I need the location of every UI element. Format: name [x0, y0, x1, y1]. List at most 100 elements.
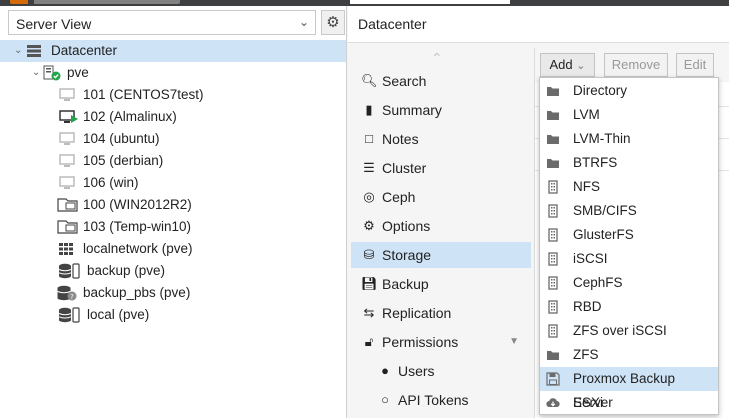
menu-item-glusterfs[interactable]: GlusterFS	[540, 223, 718, 247]
scroll-up-icon[interactable]: ⌃	[431, 50, 443, 67]
floppy-icon	[546, 372, 560, 386]
menu-item-label: BTRFS	[573, 155, 618, 170]
building-icon	[548, 228, 558, 242]
building-icon	[548, 180, 558, 194]
tree-item-template[interactable]: 100 (WIN2012R2)	[0, 194, 346, 216]
tree-item-vm[interactable]: 101 (CENTOS7test)	[0, 84, 346, 106]
menu-item-label: RBD	[573, 299, 602, 314]
panel-header: Datacenter	[348, 6, 729, 43]
menu-item-label: GlusterFS	[573, 227, 634, 242]
cloud-download-icon	[546, 398, 560, 408]
menu-item-iscsi[interactable]: iSCSI	[540, 247, 718, 271]
chevron-down-icon: ⌄	[298, 15, 309, 29]
template-icon	[57, 198, 78, 212]
building-icon	[548, 252, 558, 266]
nav-item-options[interactable]: ⚙ Options	[351, 213, 531, 239]
tree-item-vm[interactable]: 104 (ubuntu)	[0, 128, 346, 150]
folder-icon	[547, 159, 559, 168]
resource-tree-panel: Server View ⌄ ⚙ ⌄ Datacenter ⌄ pve 101 (…	[0, 6, 347, 418]
menu-item-label: iSCSI	[573, 251, 608, 266]
menu-item-label: LVM-Thin	[573, 131, 631, 146]
building-icon	[548, 324, 558, 338]
building-icon	[548, 300, 558, 314]
menu-item-label: ZFS	[573, 347, 599, 362]
menu-item-directory[interactable]: Directory	[540, 79, 718, 103]
nav-item-storage[interactable]: ⛁ Storage	[351, 242, 531, 268]
proxmox-logo	[10, 0, 180, 4]
tree-item-vm[interactable]: 106 (win)	[0, 172, 346, 194]
nav-item-users[interactable]: ● Users	[351, 358, 531, 384]
nav-item-summary[interactable]: ▮ Summary	[351, 97, 531, 123]
view-selector[interactable]: Server View ⌄	[8, 10, 316, 35]
tree-item-storage[interactable]: local (pve)	[0, 304, 346, 326]
menu-item-zfs-over-iscsi[interactable]: ZFS over iSCSI	[540, 319, 718, 343]
book-icon: ▮	[365, 102, 373, 117]
menu-item-label: CephFS	[573, 275, 623, 290]
nav-item-permissions[interactable]: 🔓︎ Permissions ▼	[351, 329, 531, 355]
building-icon	[548, 276, 558, 290]
building-icon	[548, 204, 558, 218]
tree-item-storage[interactable]: ? backup_pbs (pve)	[0, 282, 346, 304]
vm-stopped-icon	[59, 154, 75, 167]
menu-item-smb-cifs[interactable]: SMB/CIFS	[540, 199, 718, 223]
svg-text:?: ?	[70, 293, 74, 301]
vm-stopped-icon	[59, 88, 75, 101]
tree-item-datacenter[interactable]: ⌄ Datacenter	[0, 40, 346, 62]
tree-item-network[interactable]: localnetwork (pve)	[0, 238, 346, 260]
vm-stopped-icon	[59, 176, 75, 189]
floppy-icon: 💾︎	[361, 276, 378, 291]
menu-item-label: Directory	[573, 83, 628, 98]
menu-item-esxi[interactable]: ESXi	[540, 391, 718, 415]
menu-item-label: NFS	[573, 179, 600, 194]
tree-item-label: 102 (Almalinux)	[83, 109, 177, 124]
tree-item-label: pve	[67, 65, 89, 80]
tree-item-vm[interactable]: 105 (derbian)	[0, 150, 346, 172]
menu-item-btrfs[interactable]: BTRFS	[540, 151, 718, 175]
menu-item-label: ZFS over iSCSI	[573, 323, 667, 338]
tree-item-label: Datacenter	[51, 43, 118, 58]
menu-item-label: ESXi	[573, 395, 604, 410]
search-icon: 🔍︎	[361, 73, 378, 88]
storage-icon	[58, 307, 80, 323]
storage-unknown-icon: ?	[57, 285, 77, 301]
datacenter-icon	[27, 45, 41, 57]
tree-item-label: 101 (CENTOS7test)	[83, 87, 204, 102]
ceph-icon: ◎	[363, 189, 375, 204]
nav-item-api-tokens[interactable]: ○ API Tokens	[351, 387, 531, 413]
add-storage-menu: Directory LVM LVM-Thin BTRFS NFS SMB/CIFS Glus…	[539, 77, 719, 415]
nav-item-ceph[interactable]: ◎ Ceph	[351, 184, 531, 210]
node-online-icon	[43, 65, 61, 81]
folder-icon	[547, 351, 559, 360]
gear-icon[interactable]: ⚙	[321, 10, 345, 35]
datacenter-nav: ⌃ 🔍︎ Search ▮ Summary □ Notes ☰ Cluster ◎ Cep…	[351, 48, 531, 418]
menu-item-rbd[interactable]: RBD	[540, 295, 718, 319]
tree-item-template[interactable]: 103 (Temp-win10)	[0, 216, 346, 238]
collapse-icon[interactable]: ⌄	[32, 62, 40, 84]
nav-item-notes[interactable]: □ Notes	[351, 126, 531, 152]
tree-item-storage[interactable]: backup (pve)	[0, 260, 346, 282]
menu-item-proxmox-backup-server[interactable]: Proxmox Backup Server	[540, 367, 718, 410]
menu-item-lvm[interactable]: LVM	[540, 103, 718, 127]
tree-item-label: 105 (derbian)	[83, 153, 164, 168]
tree-item-node[interactable]: ⌄ pve	[0, 62, 346, 84]
tree-item-label: 104 (ubuntu)	[83, 131, 160, 146]
menu-item-cephfs[interactable]: CephFS	[540, 271, 718, 295]
user-outline-icon: ○	[381, 392, 389, 407]
tree-item-vm[interactable]: 102 (Almalinux)	[0, 106, 346, 128]
collapse-icon[interactable]: ⌄	[14, 40, 22, 62]
menu-item-lvm-thin[interactable]: LVM-Thin	[540, 127, 718, 151]
notes-icon: □	[365, 131, 373, 146]
tree-item-label: backup (pve)	[87, 263, 166, 278]
menu-item-zfs[interactable]: ZFS	[540, 343, 718, 367]
add-button[interactable]: Add ⌄	[540, 53, 595, 77]
view-selector-value: Server View	[16, 16, 92, 32]
nav-item-cluster[interactable]: ☰ Cluster	[351, 155, 531, 181]
remove-button[interactable]: Remove	[604, 53, 668, 77]
nav-item-backup[interactable]: 💾︎ Backup	[351, 271, 531, 297]
menu-item-nfs[interactable]: NFS	[540, 175, 718, 199]
nav-item-replication[interactable]: ⇆ Replication	[351, 300, 531, 326]
expand-icon[interactable]: ▼	[509, 329, 519, 355]
edit-button[interactable]: Edit	[676, 53, 714, 77]
nav-item-search[interactable]: 🔍︎ Search	[351, 68, 531, 94]
chevron-down-icon: ⌄	[576, 60, 586, 72]
